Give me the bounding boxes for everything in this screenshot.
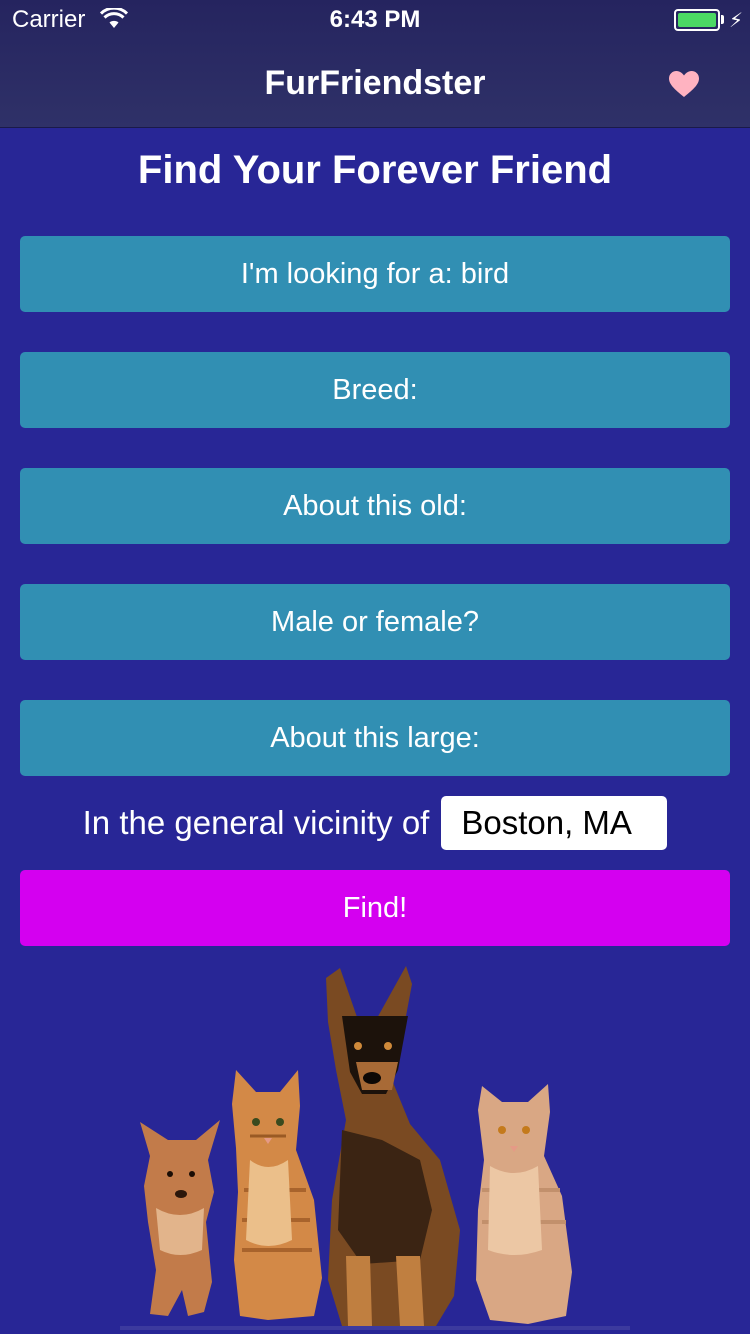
battery-icon bbox=[674, 9, 720, 31]
status-time: 6:43 PM bbox=[329, 6, 421, 33]
animal-type-button[interactable]: I'm looking for a: bird bbox=[20, 236, 730, 312]
location-row: In the general vicinity of Boston, MA bbox=[0, 796, 750, 850]
german-shepherd-figure bbox=[326, 966, 460, 1330]
page-heading: Find Your Forever Friend bbox=[137, 148, 613, 192]
heart-icon bbox=[669, 71, 699, 97]
sex-button[interactable]: Male or female? bbox=[20, 584, 730, 660]
pets-image bbox=[120, 966, 630, 1330]
location-label: In the general vicinity of bbox=[82, 804, 430, 841]
breed-button[interactable]: Breed: bbox=[20, 352, 730, 428]
chihuahua-figure bbox=[140, 1120, 220, 1316]
charging-icon: ⚡ bbox=[729, 10, 744, 32]
find-button[interactable]: Find! bbox=[20, 870, 730, 946]
location-input[interactable]: Boston, MA bbox=[441, 796, 668, 850]
nav-title: FurFriendster bbox=[264, 64, 486, 102]
age-button[interactable]: About this old: bbox=[20, 468, 730, 544]
battery-tip bbox=[721, 15, 724, 24]
top-bar: Carrier 6:43 PM ⚡ FurFriendster bbox=[0, 0, 750, 128]
status-bar: Carrier 6:43 PM ⚡ bbox=[0, 0, 750, 40]
favorites-button[interactable] bbox=[664, 64, 704, 104]
tabby-cat-figure bbox=[232, 1070, 322, 1320]
cream-cat-figure bbox=[476, 1084, 572, 1324]
size-button[interactable]: About this large: bbox=[20, 700, 730, 776]
